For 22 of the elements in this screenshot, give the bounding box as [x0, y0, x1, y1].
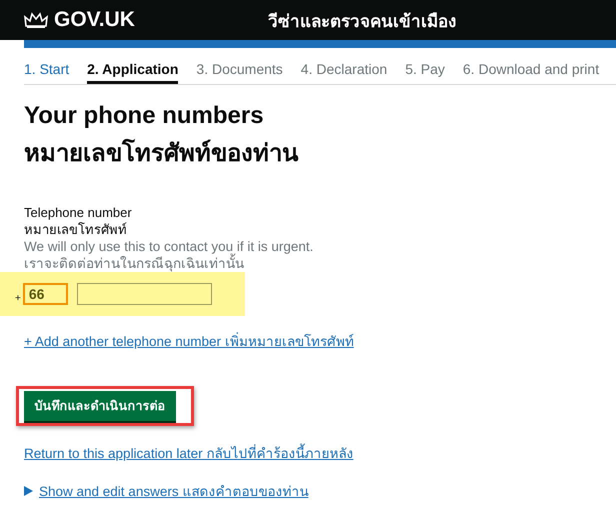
step-tab[interactable]: 6. Download and print — [462, 61, 600, 84]
save-continue-button[interactable]: บันทึกและดำเนินการต่อ — [24, 391, 176, 421]
page-heading-thai: หมายเลขโทรศัพท์ของท่าน — [24, 138, 300, 169]
country-code-field[interactable]: 66 — [22, 283, 68, 305]
step-tab[interactable]: 2. Application — [87, 61, 178, 84]
step-tab[interactable]: 3. Documents — [196, 61, 283, 84]
crown-icon — [24, 11, 48, 29]
field-hint: We will only use this to contact you if it is urgent. — [24, 238, 314, 254]
step-tab[interactable]: 5. Pay — [405, 61, 445, 84]
service-name[interactable]: วีซ่าและตรวจคนเข้าเมือง — [268, 6, 456, 34]
field-label: Telephone number — [24, 204, 133, 221]
prefix-sign: + — [15, 292, 21, 304]
field-label-thai: หมายเลขโทรศัพท์ — [24, 221, 128, 238]
field-hint-thai: เราจะติดต่อท่านในกรณีฉุกเฉินเท่านั้น — [24, 255, 616, 272]
return-later-link[interactable]: Return to this application later กลับไปที่คำร้องนี้ภายหลัง — [24, 442, 354, 464]
add-phone-link[interactable]: + Add another telephone number เพิ่มหมายเลขโทรศัพท์ — [24, 330, 354, 352]
step-tab[interactable]: 1. Start — [24, 61, 70, 84]
logo-text[interactable]: GOV.UK — [54, 8, 135, 32]
show-answers-link[interactable]: Show and edit answers แสดงคำตอบของท่าน — [39, 480, 308, 502]
phone-number-field[interactable] — [76, 283, 212, 305]
step-tab[interactable]: 4. Declaration — [300, 61, 388, 84]
page-heading: Your phone numbers — [24, 101, 265, 131]
